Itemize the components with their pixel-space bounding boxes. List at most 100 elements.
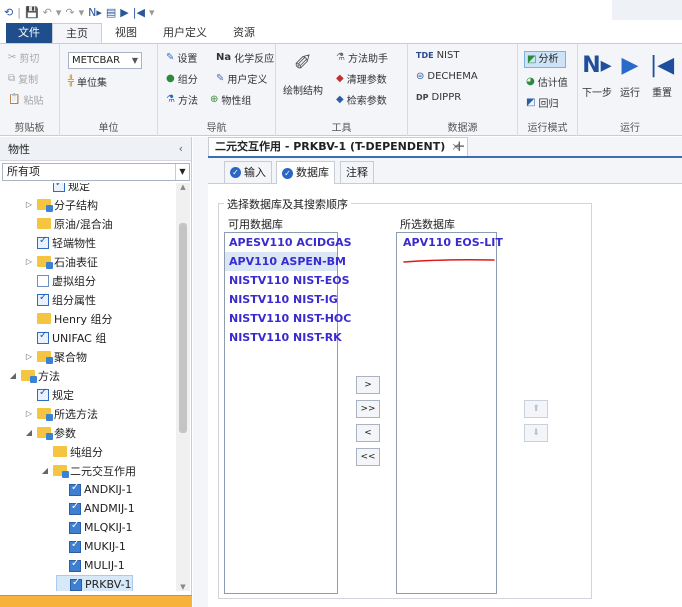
- dechema-button[interactable]: ⊜ DECHEMA: [416, 71, 478, 82]
- expand-toggle-icon[interactable]: ▷: [24, 352, 34, 361]
- tree-item[interactable]: ◢ 方法: [8, 366, 60, 385]
- available-databank-item[interactable]: APV110 ASPEN-BM: [225, 252, 346, 271]
- save-icon[interactable]: 💾: [25, 6, 39, 19]
- tree-item[interactable]: 纯组分: [40, 442, 103, 461]
- tree-item[interactable]: ▷ 石油表征: [24, 252, 98, 271]
- chemistry-button[interactable]: Na 化学反应: [216, 50, 274, 65]
- tree-item[interactable]: ▷ 聚合物: [24, 347, 87, 366]
- tree-item[interactable]: ▷ 分子结构: [24, 195, 98, 214]
- control-panel-icon[interactable]: ▤: [106, 6, 116, 19]
- tree-item[interactable]: 组分属性: [24, 290, 96, 309]
- tree-item[interactable]: MUKIJ-1: [56, 537, 126, 556]
- available-databank-item[interactable]: NISTV110 NIST-RK: [225, 328, 342, 347]
- tree-item[interactable]: UNIFAC 组: [24, 328, 106, 347]
- methods-button[interactable]: ⚗ 方法: [166, 92, 198, 107]
- expand-toggle-icon[interactable]: ▷: [24, 200, 34, 209]
- remove-all-databanks-button[interactable]: <<: [356, 448, 380, 466]
- tree-item-label: 纯组分: [70, 445, 103, 459]
- tab-view[interactable]: 视图: [102, 23, 150, 43]
- redo-icon[interactable]: ↷: [65, 6, 74, 19]
- cut-button[interactable]: ✂ 剪切: [8, 50, 39, 65]
- move-down-button[interactable]: ⬇: [524, 424, 548, 442]
- paste-button[interactable]: 📋 粘贴: [8, 92, 43, 107]
- tree-item[interactable]: 虚拟组分: [24, 271, 96, 290]
- available-databank-item[interactable]: APESV110 ACIDGAS: [225, 233, 352, 252]
- estimation-button[interactable]: ◕ 估计值: [526, 74, 568, 89]
- expand-toggle-icon[interactable]: ▷: [24, 409, 34, 418]
- methods-assistant-button[interactable]: ⚗ 方法助手: [336, 50, 388, 65]
- prop-sets-button[interactable]: ⊕ 物性组: [210, 92, 251, 107]
- tree-item[interactable]: 规定: [24, 385, 74, 404]
- tree-item[interactable]: PRKBV-1: [56, 575, 133, 591]
- tab-comments[interactable]: 注释: [340, 161, 374, 183]
- available-databanks-list[interactable]: APESV110 ACIDGAS APV110 ASPEN-BM NISTV110 …: [224, 232, 352, 594]
- scrollbar-thumb[interactable]: [179, 223, 187, 433]
- tree-item[interactable]: Henry 组分: [24, 309, 113, 328]
- unit-sets-button[interactable]: ╬ 单位集: [68, 74, 107, 89]
- dippr-button[interactable]: DP DIPPR: [416, 92, 461, 103]
- customize-button[interactable]: ✎ 用户定义: [216, 71, 267, 86]
- selected-databanks-list[interactable]: APV110 EOS-LIT: [396, 232, 503, 594]
- data-source-group-label: 数据源: [447, 123, 478, 134]
- tree-item[interactable]: ◢ 参数: [24, 423, 76, 442]
- expand-toggle-icon[interactable]: ◢: [24, 428, 34, 437]
- tab-resources[interactable]: 资源: [220, 23, 268, 43]
- tab-customize[interactable]: 用户定义: [150, 23, 220, 43]
- draw-structure-button[interactable]: ✐ 绘制结构: [282, 50, 324, 98]
- retrieve-parameters-button[interactable]: ◆ 检索参数: [336, 92, 387, 107]
- document-tab[interactable]: 二元交互作用 - PRKBV-1 (T-DEPENDENT) ×: [208, 137, 468, 156]
- customize-qat-icon[interactable]: ▾: [149, 6, 155, 19]
- copy-button[interactable]: ⧉ 复制: [8, 71, 38, 86]
- tree-item[interactable]: ANDMIJ-1: [56, 499, 135, 518]
- tab-file[interactable]: 文件: [6, 23, 52, 43]
- available-databank-item[interactable]: NISTV110 NIST-IG: [225, 290, 338, 309]
- analysis-button[interactable]: ◩ 分析: [524, 51, 566, 68]
- scroll-up-icon[interactable]: ▲: [176, 183, 190, 191]
- undo-icon[interactable]: ↶: [43, 6, 52, 19]
- next-button[interactable]: N▸ 下一步: [580, 52, 614, 100]
- tab-home[interactable]: 主页: [52, 23, 102, 43]
- new-tab-icon[interactable]: +: [453, 137, 466, 155]
- tree-item[interactable]: MLQKIJ-1: [56, 518, 133, 537]
- app-icon[interactable]: ⟲: [4, 6, 13, 19]
- tab-databanks[interactable]: ✓ 数据库: [276, 161, 335, 184]
- scroll-down-icon[interactable]: ▼: [176, 583, 190, 591]
- add-databank-button[interactable]: >: [356, 376, 380, 394]
- reset-icon[interactable]: |◀: [133, 6, 145, 19]
- retrieve-icon: ◆: [336, 94, 344, 105]
- regression-button[interactable]: ◩ 回归: [526, 95, 558, 110]
- tree-item[interactable]: 规定: [40, 183, 90, 195]
- clean-parameters-button[interactable]: ◆ 清理参数: [336, 71, 387, 86]
- navigation-filter-combo[interactable]: 所有项 ▼: [2, 163, 190, 181]
- tree-item-label: 所选方法: [54, 407, 98, 421]
- collapse-pane-icon[interactable]: ‹: [179, 142, 183, 155]
- tree-item[interactable]: ▷ 所选方法: [24, 404, 98, 423]
- tab-input[interactable]: ✓ 输入: [224, 161, 272, 183]
- unit-set-combo[interactable]: METCBAR ▼: [68, 52, 142, 69]
- expand-toggle-icon[interactable]: ◢: [40, 466, 50, 475]
- run-icon[interactable]: ▶: [120, 6, 128, 19]
- setup-button[interactable]: ✎ 设置: [166, 50, 197, 65]
- available-databank-item[interactable]: NISTV110 NIST-EOS: [225, 271, 350, 290]
- tree-item[interactable]: MULIJ-1: [56, 556, 125, 575]
- navigate-group-label: 导航: [206, 123, 227, 134]
- remove-databank-button[interactable]: <: [356, 424, 380, 442]
- tree-scrollbar[interactable]: ▲ ▼: [176, 183, 190, 591]
- tree-item[interactable]: 原油/混合油: [24, 214, 113, 233]
- add-all-databanks-button[interactable]: >>: [356, 400, 380, 418]
- expand-toggle-icon[interactable]: ▷: [24, 257, 34, 266]
- tree-item[interactable]: 轻端物性: [24, 233, 96, 252]
- run-button[interactable]: ▶ 运行: [614, 52, 646, 100]
- selected-databank-item[interactable]: APV110 EOS-LIT: [397, 233, 503, 252]
- reset-button[interactable]: |◀ 重置: [646, 52, 678, 100]
- undo-dropdown-icon[interactable]: ▾: [56, 6, 62, 19]
- tree-item[interactable]: ANDKIJ-1: [56, 480, 133, 499]
- next-icon[interactable]: N▸: [88, 6, 102, 19]
- nist-button[interactable]: TDE NIST: [416, 50, 459, 61]
- move-up-button[interactable]: ⬆: [524, 400, 548, 418]
- expand-toggle-icon[interactable]: ◢: [8, 371, 18, 380]
- components-button[interactable]: ● 组分: [166, 71, 198, 86]
- tree-item[interactable]: ◢ 二元交互作用: [40, 461, 136, 480]
- available-databank-item[interactable]: NISTV110 NIST-HOC: [225, 309, 351, 328]
- redo-dropdown-icon[interactable]: ▾: [79, 6, 85, 19]
